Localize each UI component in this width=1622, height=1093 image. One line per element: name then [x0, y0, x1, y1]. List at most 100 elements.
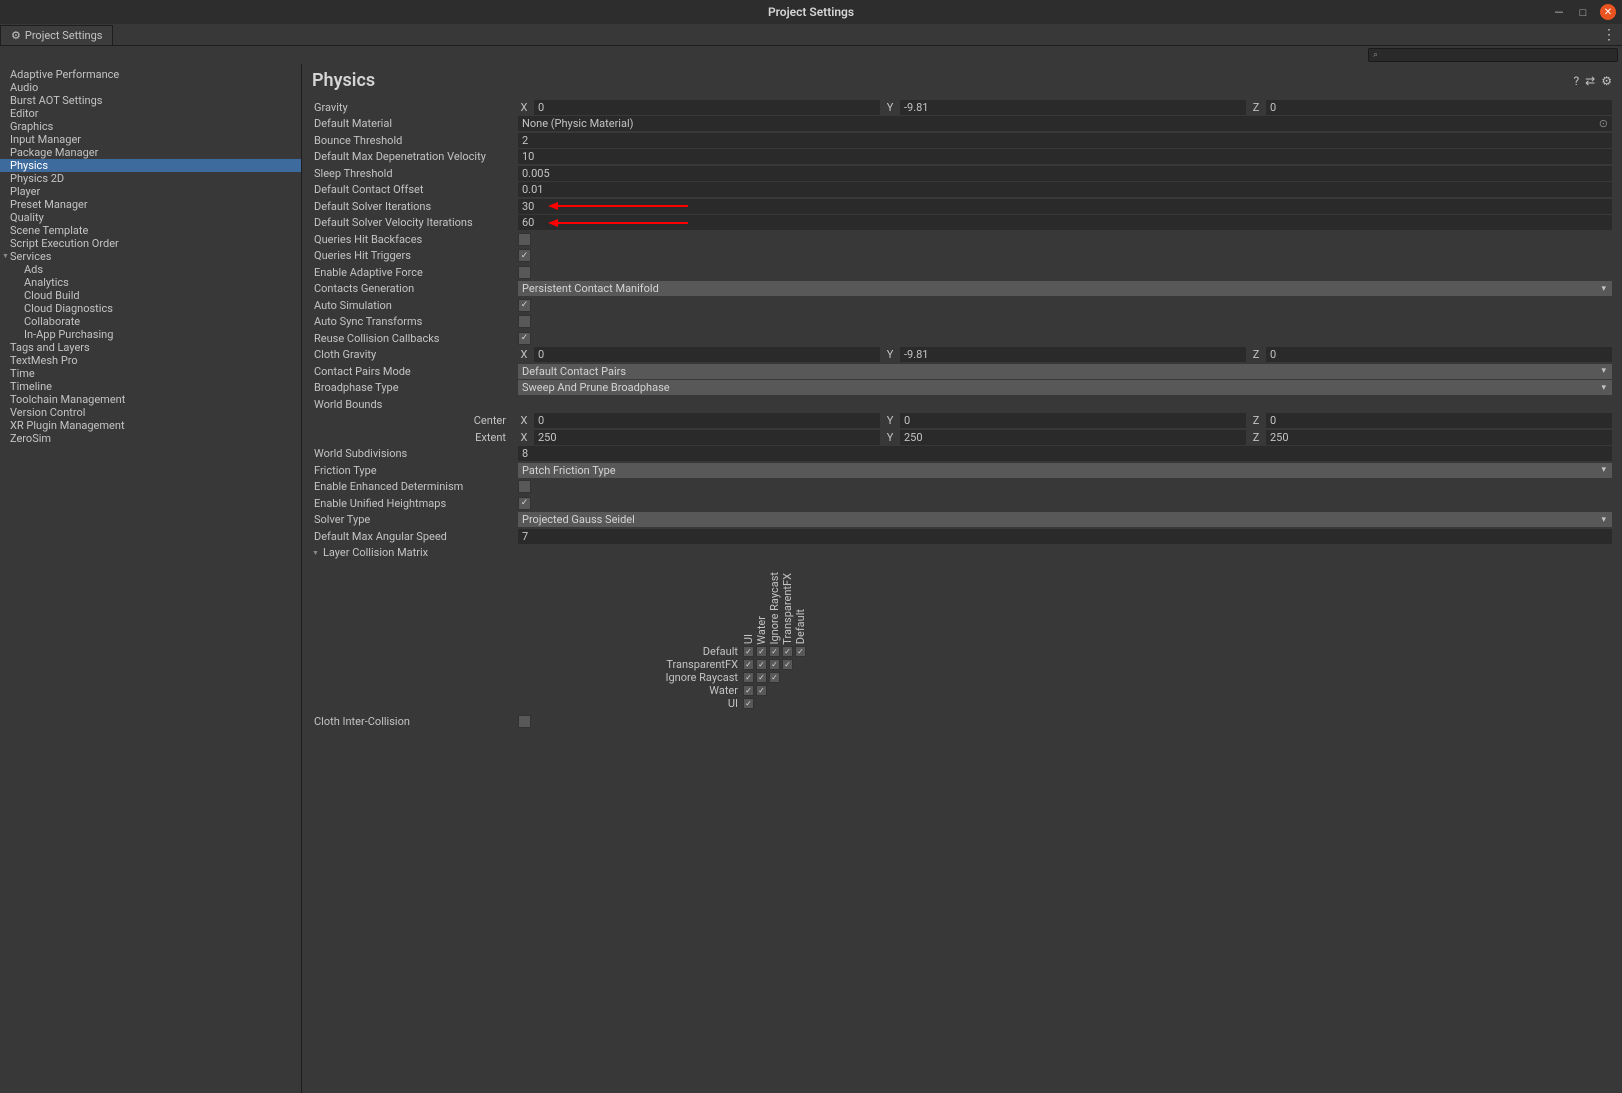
- sidebar-item-scene-template[interactable]: Scene Template: [0, 224, 301, 237]
- matrix-col-transparentfx: TransparentFX: [781, 571, 794, 645]
- bounce-threshold-input[interactable]: [518, 133, 1612, 148]
- sidebar-item-script-execution-order[interactable]: Script Execution Order: [0, 237, 301, 250]
- contacts-gen-dropdown[interactable]: Persistent Contact Manifold: [518, 281, 1612, 296]
- center-y-input[interactable]: [900, 413, 1246, 428]
- cloth-gravity-z-input[interactable]: [1266, 347, 1612, 362]
- reuse-callbacks-checkbox[interactable]: [518, 332, 531, 345]
- matrix-checkbox[interactable]: [769, 646, 780, 657]
- friction-type-dropdown[interactable]: Patch Friction Type: [518, 463, 1612, 478]
- sidebar-item-input-manager[interactable]: Input Manager: [0, 133, 301, 146]
- sidebar-item-timeline[interactable]: Timeline: [0, 380, 301, 393]
- cloth-inter-checkbox[interactable]: [518, 715, 531, 728]
- solver-iter-input[interactable]: [518, 199, 1612, 214]
- solver-vel-iter-input[interactable]: [518, 215, 1612, 230]
- matrix-checkbox[interactable]: [756, 685, 767, 696]
- solver-iterations-row: Default Solver Iterations: [312, 198, 1612, 214]
- sidebar-item-toolchain-management[interactable]: Toolchain Management: [0, 393, 301, 406]
- sidebar-item-graphics[interactable]: Graphics: [0, 120, 301, 133]
- matrix-checkbox[interactable]: [743, 698, 754, 709]
- sidebar-item-tags-and-layers[interactable]: Tags and Layers: [0, 341, 301, 354]
- matrix-checkbox[interactable]: [743, 672, 754, 683]
- sidebar-item-cloud-diagnostics[interactable]: Cloud Diagnostics: [0, 302, 301, 315]
- queries-triggers-checkbox[interactable]: [518, 249, 531, 262]
- sidebar-item-in-app-purchasing[interactable]: In-App Purchasing: [0, 328, 301, 341]
- sidebar: Adaptive PerformanceAudioBurst AOT Setti…: [0, 64, 302, 1093]
- tab-options-icon[interactable]: ⋮: [1602, 27, 1616, 43]
- auto-sim-checkbox[interactable]: [518, 299, 531, 312]
- queries-backfaces-label: Queries Hit Backfaces: [312, 233, 518, 246]
- max-angular-input[interactable]: [518, 529, 1612, 544]
- center-label: Center: [312, 414, 518, 427]
- extent-row: Extent X Y Z: [312, 429, 1612, 445]
- matrix-checkbox[interactable]: [769, 659, 780, 670]
- unified-height-checkbox[interactable]: [518, 497, 531, 510]
- contact-pairs-dropdown[interactable]: Default Contact Pairs: [518, 364, 1612, 379]
- sidebar-item-analytics[interactable]: Analytics: [0, 276, 301, 289]
- sidebar-item-audio[interactable]: Audio: [0, 81, 301, 94]
- matrix-checkbox[interactable]: [743, 659, 754, 670]
- matrix-checkbox[interactable]: [795, 646, 806, 657]
- matrix-checkbox[interactable]: [756, 646, 767, 657]
- auto-sync-checkbox[interactable]: [518, 315, 531, 328]
- matrix-row-ui: UI: [314, 697, 742, 710]
- minimize-button[interactable]: －: [1552, 5, 1566, 19]
- gravity-z-input[interactable]: [1266, 100, 1612, 115]
- sidebar-item-collaborate[interactable]: Collaborate: [0, 315, 301, 328]
- unified-height-label: Enable Unified Heightmaps: [312, 497, 518, 510]
- gravity-x-input[interactable]: [534, 100, 880, 115]
- sidebar-item-adaptive-performance[interactable]: Adaptive Performance: [0, 68, 301, 81]
- settings-icon[interactable]: ⚙: [1601, 74, 1612, 88]
- center-x-input[interactable]: [534, 413, 880, 428]
- sidebar-item-physics-2d[interactable]: Physics 2D: [0, 172, 301, 185]
- sidebar-item-burst-aot-settings[interactable]: Burst AOT Settings: [0, 94, 301, 107]
- adaptive-force-checkbox[interactable]: [518, 266, 531, 279]
- matrix-checkbox[interactable]: [782, 646, 793, 657]
- extent-y-input[interactable]: [900, 430, 1246, 445]
- matrix-checkbox[interactable]: [756, 659, 767, 670]
- solver-type-dropdown[interactable]: Projected Gauss Seidel: [518, 512, 1612, 527]
- contact-offset-input[interactable]: [518, 182, 1612, 197]
- sidebar-item-time[interactable]: Time: [0, 367, 301, 380]
- sidebar-item-xr-plugin-management[interactable]: XR Plugin Management: [0, 419, 301, 432]
- maximize-button[interactable]: □: [1576, 5, 1590, 19]
- sidebar-item-physics[interactable]: Physics: [0, 159, 301, 172]
- matrix-checkbox[interactable]: [782, 659, 793, 670]
- default-material-field[interactable]: None (Physic Material): [518, 116, 1612, 131]
- sidebar-item-textmesh-pro[interactable]: TextMesh Pro: [0, 354, 301, 367]
- close-button[interactable]: ✕: [1600, 4, 1616, 20]
- extent-z-input[interactable]: [1266, 430, 1612, 445]
- world-subdiv-input[interactable]: [518, 446, 1612, 461]
- matrix-checkbox[interactable]: [743, 685, 754, 696]
- tab-project-settings[interactable]: ⚙ Project Settings: [0, 25, 113, 45]
- help-icon[interactable]: ?: [1574, 74, 1580, 88]
- sleep-threshold-input[interactable]: [518, 166, 1612, 181]
- enhanced-det-checkbox[interactable]: [518, 480, 531, 493]
- search-input[interactable]: ⌕: [1368, 48, 1618, 62]
- sidebar-item-player[interactable]: Player: [0, 185, 301, 198]
- cloth-gravity-x-input[interactable]: [534, 347, 880, 362]
- tab-bar: ⚙ Project Settings ⋮: [0, 24, 1622, 46]
- extent-x-input[interactable]: [534, 430, 880, 445]
- queries-backfaces-checkbox[interactable]: [518, 233, 531, 246]
- layer-matrix-foldout[interactable]: Layer Collision Matrix: [312, 545, 1612, 561]
- sidebar-item-services[interactable]: Services: [0, 250, 301, 263]
- gravity-y-input[interactable]: [900, 100, 1246, 115]
- cloth-gravity-y-input[interactable]: [900, 347, 1246, 362]
- matrix-checkbox[interactable]: [756, 672, 767, 683]
- center-z-input[interactable]: [1266, 413, 1612, 428]
- sidebar-item-cloud-build[interactable]: Cloud Build: [0, 289, 301, 302]
- sidebar-item-editor[interactable]: Editor: [0, 107, 301, 120]
- friction-type-label: Friction Type: [312, 464, 518, 477]
- broadphase-dropdown[interactable]: Sweep And Prune Broadphase: [518, 380, 1612, 395]
- sidebar-item-ads[interactable]: Ads: [0, 263, 301, 276]
- sidebar-item-quality[interactable]: Quality: [0, 211, 301, 224]
- search-row: ⌕: [0, 46, 1622, 64]
- presets-icon[interactable]: ⇄: [1585, 74, 1595, 88]
- sidebar-item-preset-manager[interactable]: Preset Manager: [0, 198, 301, 211]
- matrix-checkbox[interactable]: [743, 646, 754, 657]
- sidebar-item-zerosim[interactable]: ZeroSim: [0, 432, 301, 445]
- sidebar-item-version-control[interactable]: Version Control: [0, 406, 301, 419]
- max-depen-input[interactable]: [518, 149, 1612, 164]
- matrix-checkbox[interactable]: [769, 672, 780, 683]
- sidebar-item-package-manager[interactable]: Package Manager: [0, 146, 301, 159]
